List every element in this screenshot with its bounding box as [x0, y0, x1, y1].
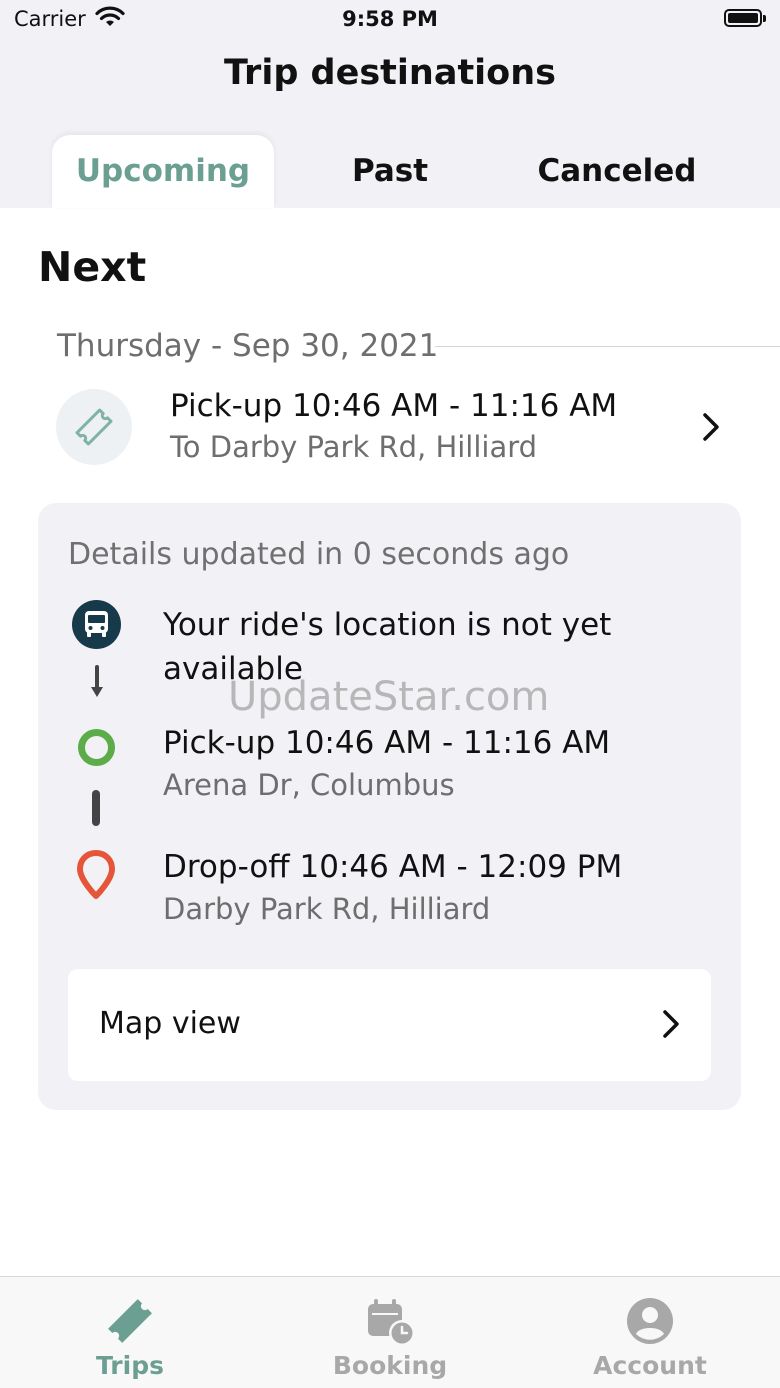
- page-title: Trip destinations: [224, 53, 556, 93]
- details-updated-text: Details updated in 0 seconds ago: [68, 537, 570, 572]
- tab-bar: Trips Booking Account: [0, 1276, 780, 1388]
- tab-upcoming[interactable]: Upcoming: [52, 135, 274, 208]
- date-divider: [435, 346, 780, 347]
- tab-bar-booking[interactable]: Booking: [290, 1277, 490, 1388]
- map-view-button[interactable]: Map view: [68, 969, 711, 1081]
- tab-bar-account[interactable]: Account: [550, 1277, 750, 1388]
- pickup-time: Pick-up 10:46 AM - 11:16 AM: [163, 725, 611, 761]
- watermark: UpdateStar.com: [228, 674, 550, 720]
- pickup-address: Arena Dr, Columbus: [163, 768, 455, 802]
- status-bar: Carrier 9:58 PM: [0, 0, 780, 40]
- bus-icon: [72, 600, 121, 649]
- tab-bar-trips[interactable]: Trips: [30, 1277, 230, 1388]
- tab-canceled[interactable]: Canceled: [510, 135, 724, 208]
- map-view-label: Map view: [99, 1006, 241, 1041]
- dropoff-address: Darby Park Rd, Hilliard: [163, 892, 491, 926]
- calendar-clock-icon: [366, 1297, 416, 1351]
- ticket-icon: [56, 389, 132, 465]
- ticket-icon: [106, 1297, 154, 1349]
- location-pin-icon: [77, 850, 115, 904]
- tab-bar-trips-label: Trips: [96, 1351, 164, 1380]
- tab-past[interactable]: Past: [300, 135, 480, 208]
- trip-row[interactable]: Pick-up 10:46 AM - 11:16 AM To Darby Par…: [0, 380, 780, 475]
- trip-date: Thursday - Sep 30, 2021: [57, 328, 439, 364]
- arrow-down-icon: [90, 665, 104, 705]
- account-icon: [626, 1297, 674, 1349]
- chevron-right-icon: [660, 1009, 682, 1043]
- route-connector: [92, 790, 100, 826]
- status-time: 9:58 PM: [342, 7, 438, 31]
- section-title-next: Next: [38, 243, 147, 291]
- dropoff-time: Drop-off 10:46 AM - 12:09 PM: [163, 849, 623, 885]
- tab-bar-account-label: Account: [593, 1351, 707, 1380]
- tab-bar-booking-label: Booking: [332, 1351, 448, 1380]
- trip-destination: To Darby Park Rd, Hilliard: [170, 430, 538, 464]
- battery-icon: [724, 9, 766, 27]
- chevron-right-icon: [700, 412, 722, 446]
- trip-title: Pick-up 10:46 AM - 11:16 AM: [170, 388, 618, 424]
- trip-details-card: Details updated in 0 seconds ago Your ri…: [38, 503, 741, 1110]
- pickup-marker-icon: [78, 729, 115, 766]
